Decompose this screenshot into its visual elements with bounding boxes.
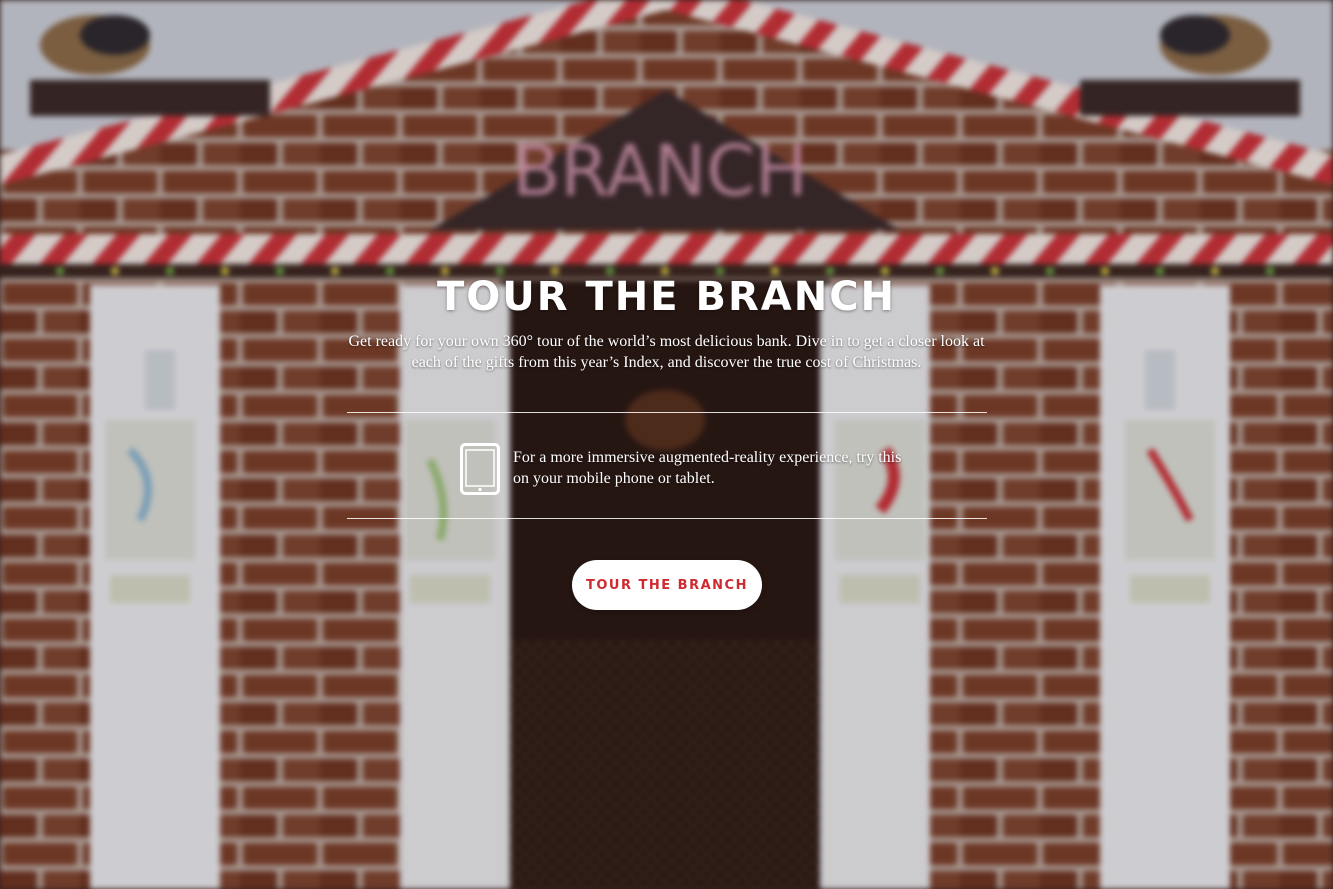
page-title: TOUR THE BRANCH [436,274,897,320]
tour-the-branch-button[interactable]: TOUR THE BRANCH [572,560,762,610]
mobile-experience-note: For a more immersive augmented-reality e… [513,449,902,487]
hero-section: BRANCH TOUR THE BRANCH Get ready for you… [0,0,1333,889]
divider-bottom [347,518,987,519]
divider-top [347,412,987,413]
intro-paragraph: Get ready for your own 360° tour of the … [348,333,985,371]
tablet-icon [460,443,500,495]
tour-intro-panel: TOUR THE BRANCH Get ready for your own 3… [0,0,1333,889]
